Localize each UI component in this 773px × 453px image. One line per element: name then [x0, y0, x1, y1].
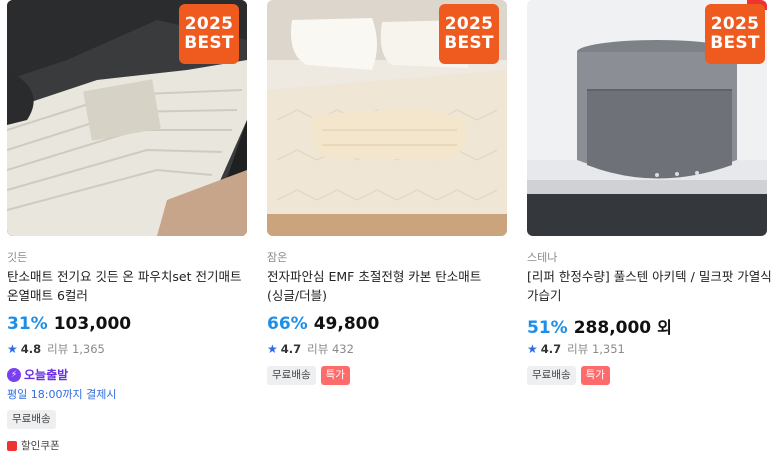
coupon-icon — [7, 440, 17, 451]
free-shipping-tag: 무료배송 — [267, 366, 316, 385]
special-price-tag: 특가 — [580, 366, 610, 385]
product-card[interactable]: 2025 BEST 깃든 탄소매트 전기요 깃든 온 파우치set 전기매트 온… — [7, 0, 247, 453]
product-image[interactable]: 2025 BEST — [267, 0, 507, 236]
tag-list: 무료배송 특가 — [527, 366, 773, 385]
tag-list: 무료배송 특가 — [267, 366, 507, 385]
star-icon: ★ — [527, 342, 538, 356]
star-icon: ★ — [267, 342, 278, 356]
product-title[interactable]: 전자파안심 EMF 초절전형 카본 탄소매트 (싱글/더블) — [267, 267, 507, 305]
sale-price: 49,800 — [313, 314, 380, 334]
brand-name[interactable]: 잠온 — [267, 249, 507, 264]
product-title[interactable]: 탄소매트 전기요 깃든 온 파우치set 전기매트 온열매트 6컬러 — [7, 267, 247, 305]
today-shipping: ⚡ 오늘출발 — [7, 366, 247, 383]
rating-row: ★ 4.8 리뷰 1,365 — [7, 341, 247, 357]
price-row: 51% 288,000 외 — [527, 314, 773, 338]
rating-row: ★ 4.7 리뷰 1,351 — [527, 341, 773, 357]
sale-price: 103,000 — [53, 314, 132, 334]
shipping-deadline: 평일 18:00까지 결제시 — [7, 388, 117, 401]
product-image[interactable]: 2025 BEST — [527, 0, 767, 236]
best-badge: 2025 BEST — [439, 4, 499, 64]
special-price-tag: 특가 — [320, 366, 350, 385]
best-badge: 2025 BEST — [179, 4, 239, 64]
discount-rate: 31% — [7, 314, 48, 334]
discount-rate: 51% — [527, 318, 568, 338]
rating-row: ★ 4.7 리뷰 432 — [267, 341, 507, 357]
product-card[interactable]: 2025 BEST 스테나 [리퍼 한정수량] 풀스텐 아키텍 / 밀크팟 가열… — [527, 0, 773, 385]
product-title[interactable]: [리퍼 한정수량] 풀스텐 아키텍 / 밀크팟 가열식 가습기 — [527, 267, 773, 305]
product-card[interactable]: 2025 BEST 잠온 전자파안심 EMF 초절전형 카본 탄소매트 (싱글/… — [267, 0, 507, 385]
price-row: 31% 103,000 — [7, 314, 247, 336]
rating-score: 4.7 — [280, 342, 302, 356]
best-badge: 2025 BEST — [705, 4, 765, 64]
discount-rate: 66% — [267, 314, 308, 334]
coupon-tag: 할인쿠폰 — [7, 438, 247, 453]
free-shipping-tag: 무료배송 — [7, 410, 56, 429]
rating-score: 4.8 — [20, 342, 42, 356]
today-shipping-label: 오늘출발 — [24, 368, 69, 382]
review-count: 리뷰 1,365 — [47, 342, 105, 356]
rating-score: 4.7 — [540, 342, 562, 356]
brand-name[interactable]: 스테나 — [527, 249, 773, 264]
review-count: 리뷰 1,351 — [567, 342, 625, 356]
product-image[interactable]: 2025 BEST — [7, 0, 247, 236]
coupon-label: 할인쿠폰 — [21, 440, 60, 452]
price-suffix: 외 — [657, 318, 672, 337]
brand-name[interactable]: 깃든 — [7, 249, 247, 264]
free-shipping-tag: 무료배송 — [527, 366, 576, 385]
price-row: 66% 49,800 — [267, 314, 507, 336]
sale-price: 288,000 — [573, 318, 652, 338]
review-count: 리뷰 432 — [307, 342, 354, 356]
lightning-icon: ⚡ — [7, 367, 21, 382]
star-icon: ★ — [7, 342, 18, 356]
tag-list: 무료배송 — [7, 410, 247, 429]
